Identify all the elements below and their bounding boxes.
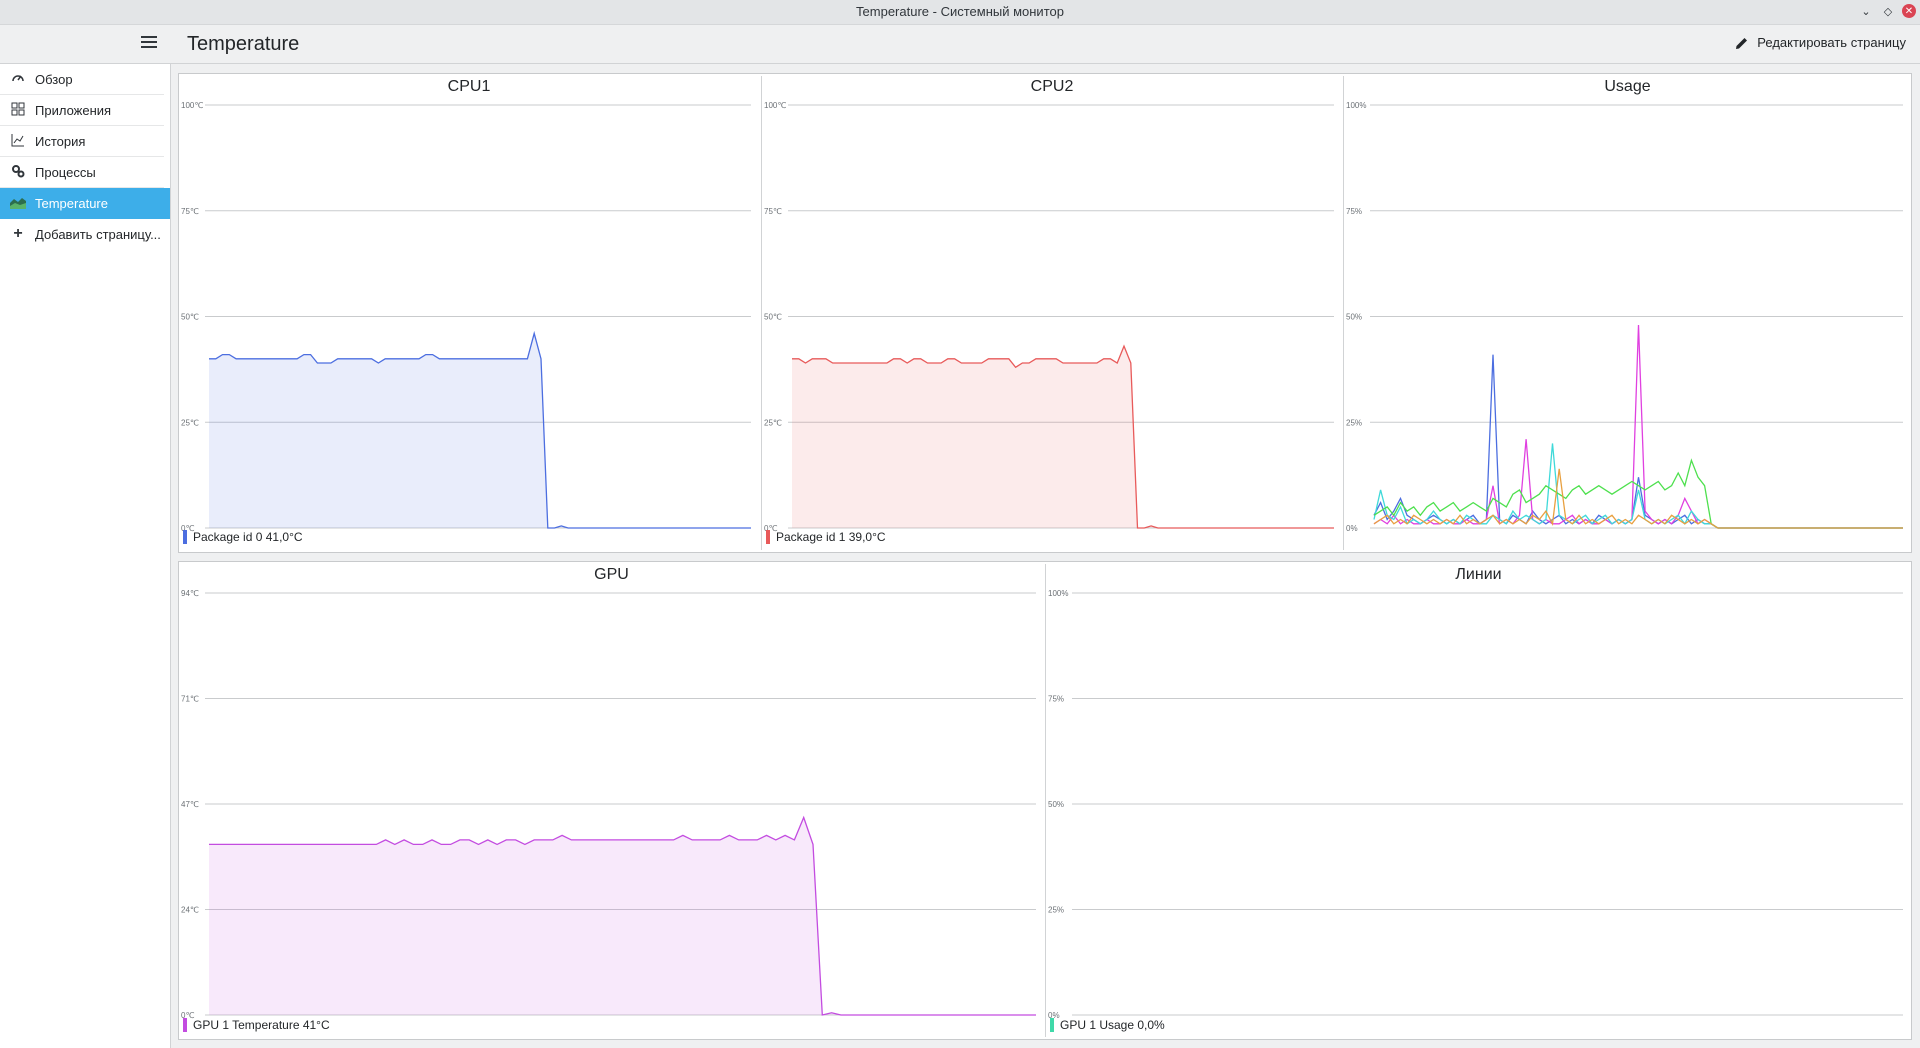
- edit-page-label: Редактировать страницу: [1757, 35, 1906, 50]
- sidebar-item-history[interactable]: История: [0, 126, 164, 157]
- app-header: Temperature Редактировать страницу: [0, 25, 1920, 64]
- sidebar-item-label: Обзор: [35, 71, 73, 87]
- legend-swatch: [183, 1018, 187, 1032]
- chart-legend: Package id 0 41,0°C: [183, 530, 303, 544]
- chart-plot: 94℃71℃47℃24℃0℃: [181, 589, 1036, 1020]
- chart-legend: Package id 1 39,0°C: [766, 530, 886, 544]
- chart-gpu: GPU 94℃ 71℃ 47℃ 24℃ 0℃ GPU 1 Temperature 41°…: [179, 562, 1044, 1039]
- series-line: [1373, 324, 1903, 529]
- y-tick-label: 47℃: [181, 800, 199, 809]
- y-tick-label: 50%: [1048, 800, 1064, 809]
- sidebar-item-applications[interactable]: Приложения: [0, 95, 164, 126]
- legend-label: Package id 1 39,0°C: [776, 530, 886, 544]
- y-tick-label: 75%: [1346, 207, 1362, 216]
- chart-legend: GPU 1 Usage 0,0%: [1050, 1018, 1165, 1032]
- sidebar-item-overview[interactable]: Обзор: [0, 64, 164, 95]
- chart-cpu1: CPU1 100℃ 75℃ 50℃ 25℃ 0℃ Package id 0 41,0°C: [179, 74, 759, 552]
- legend-swatch: [766, 530, 770, 544]
- maximize-icon[interactable]: ◇: [1880, 3, 1896, 19]
- y-tick-label: 25℃: [181, 418, 199, 427]
- top-row-panel: CPU1 100℃ 75℃ 50℃ 25℃ 0℃ Package id 0 41,0°C…: [178, 73, 1912, 553]
- area-chart-icon: [10, 195, 26, 211]
- y-tick-label: 0%: [1346, 524, 1358, 533]
- series-line: [1373, 458, 1903, 529]
- y-tick-label: 94℃: [181, 589, 199, 598]
- y-tick-label: 100%: [1346, 101, 1366, 110]
- sidebar-item-label: История: [35, 133, 86, 149]
- series-area: [209, 817, 1036, 1015]
- y-tick-label: 100℃: [764, 101, 786, 110]
- chart-cpu2: CPU2 100℃ 75℃ 50℃ 25℃ 0℃ Package id 1 39,0°C: [762, 74, 1342, 552]
- y-tick-label: 50℃: [181, 313, 199, 322]
- chart-plot: 100%75%50%25%0%: [1048, 589, 1903, 1020]
- speedometer-icon: [10, 71, 26, 87]
- chart-lines: Линии 100% 75% 50% 25% 0% GPU 1 Usage 0,0%: [1046, 562, 1911, 1039]
- y-tick-label: 75%: [1048, 695, 1064, 704]
- legend-swatch: [1050, 1018, 1054, 1032]
- gears-icon: [10, 164, 26, 180]
- chart-plot: 100% 75% 50% 25% 0%: [1346, 101, 1903, 533]
- window-title: Temperature - Системный монитор: [856, 4, 1064, 19]
- close-icon[interactable]: ✕: [1902, 4, 1916, 18]
- sidebar-item-temperature[interactable]: Temperature: [0, 188, 170, 219]
- y-tick-label: 100%: [1048, 589, 1068, 598]
- bottom-row-panel: GPU 94℃ 71℃ 47℃ 24℃ 0℃ GPU 1 Temperature 41°…: [178, 561, 1912, 1040]
- page-title: Temperature: [187, 33, 300, 55]
- series-area: [792, 346, 1334, 528]
- sidebar-item-label: Temperature: [35, 195, 108, 211]
- legend-swatch: [183, 530, 187, 544]
- minimize-icon[interactable]: ⌄: [1858, 3, 1874, 19]
- grid-icon: [10, 102, 26, 118]
- chart-plot: 100℃75℃50℃25℃0℃: [181, 101, 751, 533]
- history-chart-icon: [10, 133, 26, 149]
- series-area: [209, 333, 751, 528]
- y-tick-label: 50%: [1346, 313, 1362, 322]
- sidebar-item-label: Процессы: [35, 164, 96, 180]
- sidebar-item-processes[interactable]: Процессы: [0, 157, 164, 188]
- sidebar-item-add-page[interactable]: + Добавить страницу...: [0, 219, 164, 249]
- sidebar: Обзор Приложения История Процессы Temper…: [0, 64, 171, 1048]
- sidebar-item-label: Добавить страницу...: [35, 226, 161, 242]
- y-tick-label: 25%: [1346, 418, 1362, 427]
- y-tick-label: 75℃: [764, 207, 782, 216]
- y-tick-label: 24℃: [181, 906, 199, 915]
- chart-usage: Usage 100% 75% 50% 25% 0%: [1344, 74, 1911, 552]
- y-tick-label: 25%: [1048, 906, 1064, 915]
- legend-label: GPU 1 Usage 0,0%: [1060, 1018, 1165, 1032]
- y-tick-label: 50℃: [764, 313, 782, 322]
- y-tick-label: 75℃: [181, 207, 199, 216]
- chart-plot: 100℃75℃50℃25℃0℃: [764, 101, 1334, 533]
- plus-icon: +: [13, 225, 23, 242]
- window-titlebar: Temperature - Системный монитор ⌄ ◇ ✕: [0, 0, 1920, 25]
- y-tick-label: 71℃: [181, 695, 199, 704]
- sidebar-item-label: Приложения: [35, 102, 112, 118]
- main-content: CPU1 100℃ 75℃ 50℃ 25℃ 0℃ Package id 0 41,0°C…: [171, 64, 1920, 1048]
- hamburger-menu-icon[interactable]: [141, 33, 157, 49]
- y-tick-label: 100℃: [181, 101, 203, 110]
- legend-label: Package id 0 41,0°C: [193, 530, 303, 544]
- chart-legend: GPU 1 Temperature 41°C: [183, 1018, 330, 1032]
- edit-page-button[interactable]: Редактировать страницу: [1735, 35, 1906, 50]
- legend-label: GPU 1 Temperature 41°C: [193, 1018, 330, 1032]
- pencil-icon: [1736, 37, 1748, 49]
- y-tick-label: 25℃: [764, 418, 782, 427]
